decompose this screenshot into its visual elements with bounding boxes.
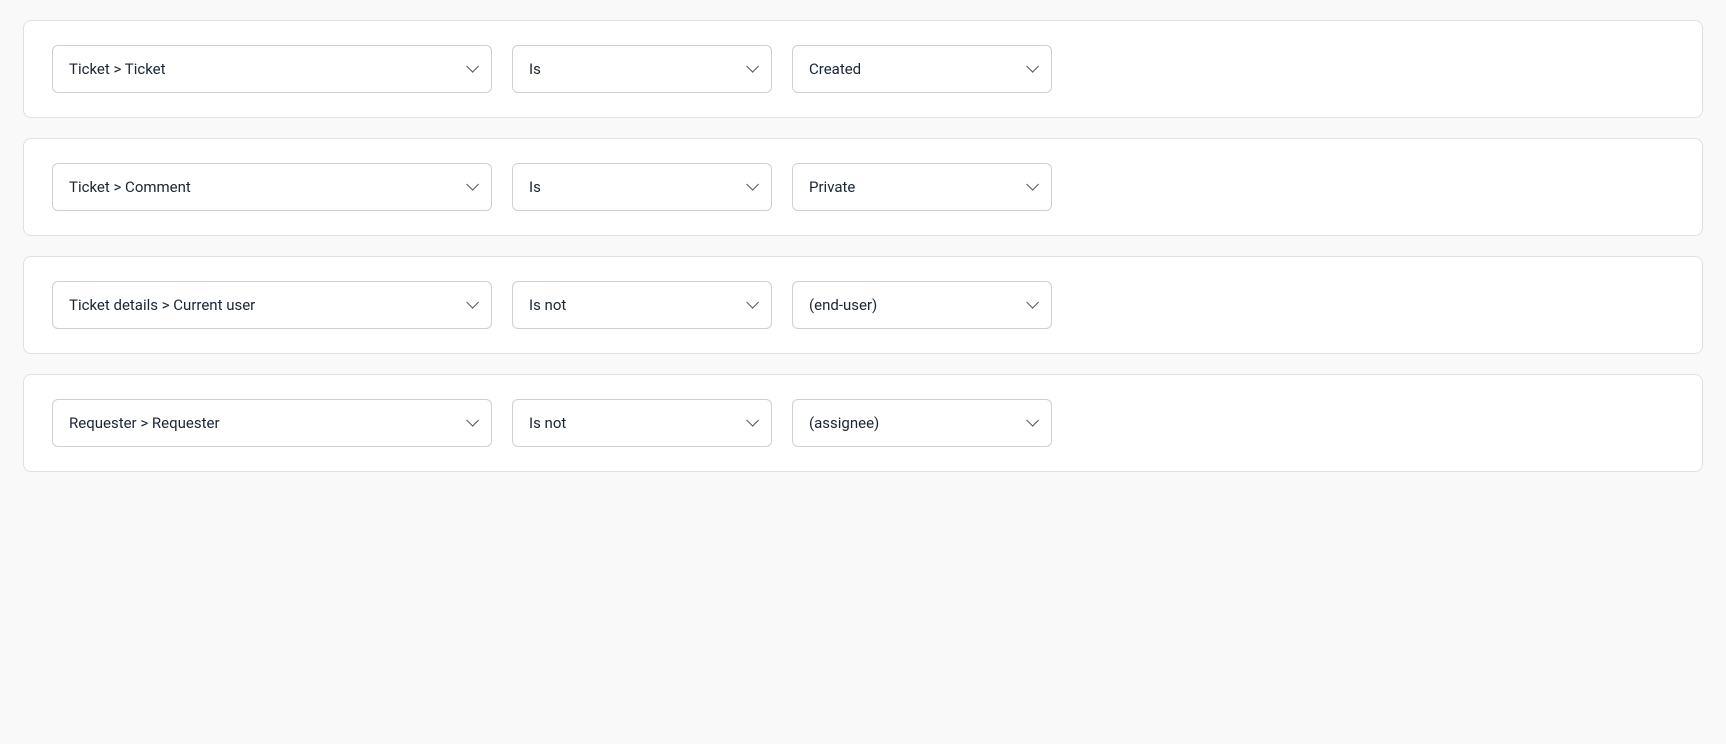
field-select-1[interactable]: Ticket > Comment (52, 163, 492, 211)
operator-chevron-icon-1 (746, 180, 755, 194)
value-select-label-2: (end-user) (809, 296, 877, 314)
field-select-2[interactable]: Ticket details > Current user (52, 281, 492, 329)
field-chevron-icon-3 (466, 416, 475, 430)
field-chevron-icon-1 (466, 180, 475, 194)
field-chevron-icon-0 (466, 62, 475, 76)
field-select-label-1: Ticket > Comment (69, 178, 191, 196)
value-select-label-3: (assignee) (809, 414, 879, 432)
operator-select-0[interactable]: Is (512, 45, 772, 93)
field-chevron-icon-2 (466, 298, 475, 312)
value-select-3[interactable]: (assignee) (792, 399, 1052, 447)
operator-chevron-icon-2 (746, 298, 755, 312)
value-chevron-icon-3 (1026, 416, 1035, 430)
operator-select-2[interactable]: Is not (512, 281, 772, 329)
value-chevron-icon-0 (1026, 62, 1035, 76)
field-select-label-3: Requester > Requester (69, 414, 220, 432)
condition-row: Ticket details > Current user Is not (en… (23, 256, 1703, 354)
operator-select-1[interactable]: Is (512, 163, 772, 211)
operator-select-label-3: Is not (529, 414, 566, 432)
field-select-0[interactable]: Ticket > Ticket (52, 45, 492, 93)
value-select-1[interactable]: Private (792, 163, 1052, 211)
operator-select-label-2: Is not (529, 296, 566, 314)
field-select-label-0: Ticket > Ticket (69, 60, 166, 78)
condition-row: Requester > Requester Is not (assignee) (23, 374, 1703, 472)
operator-select-label-0: Is (529, 60, 541, 78)
field-select-3[interactable]: Requester > Requester (52, 399, 492, 447)
value-chevron-icon-1 (1026, 180, 1035, 194)
operator-chevron-icon-0 (746, 62, 755, 76)
value-select-0[interactable]: Created (792, 45, 1052, 93)
operator-select-label-1: Is (529, 178, 541, 196)
field-select-label-2: Ticket details > Current user (69, 296, 255, 314)
value-chevron-icon-2 (1026, 298, 1035, 312)
conditions-container: Ticket > Ticket Is Created Ticket > Comm… (23, 20, 1703, 472)
condition-row: Ticket > Comment Is Private (23, 138, 1703, 236)
value-select-label-0: Created (809, 60, 861, 78)
value-select-label-1: Private (809, 178, 855, 196)
condition-row: Ticket > Ticket Is Created (23, 20, 1703, 118)
value-select-2[interactable]: (end-user) (792, 281, 1052, 329)
operator-select-3[interactable]: Is not (512, 399, 772, 447)
operator-chevron-icon-3 (746, 416, 755, 430)
